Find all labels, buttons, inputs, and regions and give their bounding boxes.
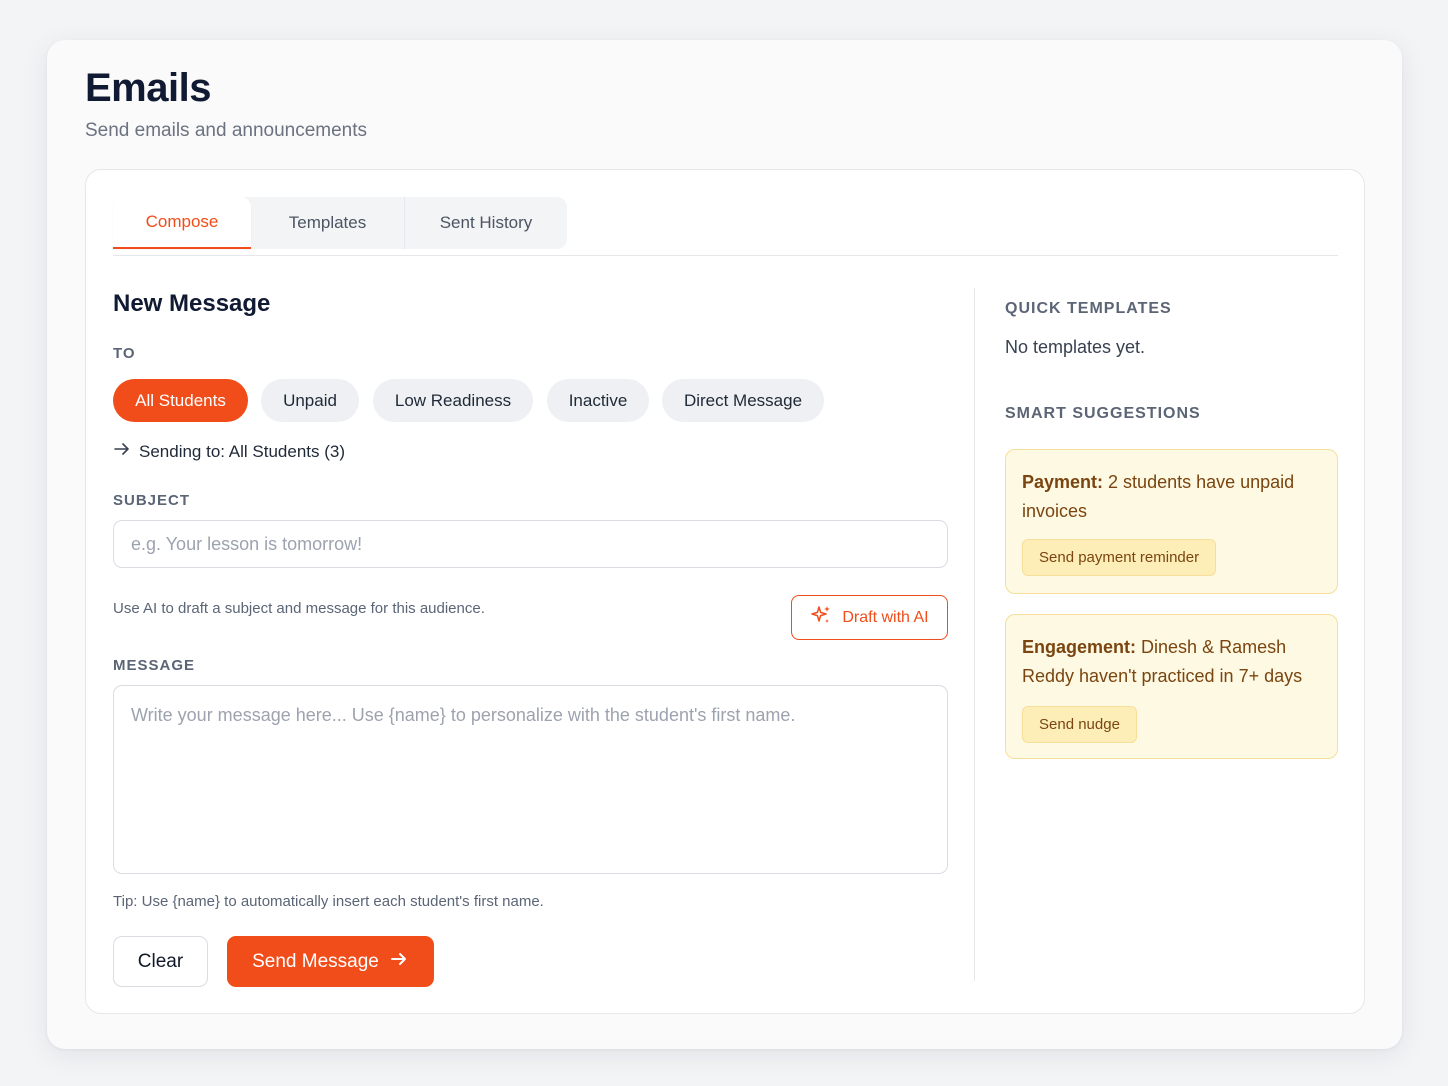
recipient-chip-direct-message[interactable]: Direct Message bbox=[662, 379, 824, 422]
tip-text: Tip: Use {name} to automatically insert … bbox=[113, 893, 544, 910]
draft-with-ai-label: Draft with AI bbox=[842, 608, 929, 626]
send-payment-reminder-button[interactable]: Send payment reminder bbox=[1022, 539, 1217, 576]
recipient-chip-low-readiness[interactable]: Low Readiness bbox=[373, 379, 533, 422]
suggestion-title: Engagement: bbox=[1022, 637, 1137, 657]
suggestion-card-payment: Payment: 2 students have unpaid invoices… bbox=[1005, 449, 1338, 594]
send-message-button[interactable]: Send Message bbox=[227, 936, 434, 987]
ai-hint: Use AI to draft a subject and message fo… bbox=[113, 600, 485, 617]
suggestion-text: Payment: 2 students have unpaid invoices bbox=[1022, 468, 1321, 526]
recipient-chip-all-students[interactable]: All Students bbox=[113, 379, 248, 422]
to-label: TO bbox=[113, 345, 136, 362]
tab-templates[interactable]: Templates bbox=[251, 197, 405, 249]
arrow-right-icon bbox=[389, 949, 409, 975]
subject-input[interactable] bbox=[113, 520, 948, 568]
tab-bar: Compose Templates Sent History bbox=[113, 197, 567, 249]
suggestion-title: Payment: bbox=[1022, 472, 1104, 492]
tabs-divider bbox=[113, 255, 1338, 256]
sparkle-icon bbox=[810, 604, 832, 631]
sending-to-text: Sending to: All Students (3) bbox=[139, 441, 346, 461]
quick-templates-label: QUICK TEMPLATES bbox=[1005, 300, 1172, 317]
suggestion-card-engagement: Engagement: Dinesh & Ramesh Reddy haven'… bbox=[1005, 614, 1338, 759]
email-card: Compose Templates Sent History New Messa… bbox=[85, 169, 1365, 1014]
subject-label: SUBJECT bbox=[113, 492, 191, 509]
emails-page: Emails Send emails and announcements Com… bbox=[47, 40, 1402, 1049]
suggestion-text: Engagement: Dinesh & Ramesh Reddy haven'… bbox=[1022, 633, 1321, 691]
message-label: MESSAGE bbox=[113, 657, 196, 674]
tab-sent-history[interactable]: Sent History bbox=[405, 197, 567, 249]
quick-templates-empty: No templates yet. bbox=[1005, 337, 1146, 357]
draft-with-ai-button[interactable]: Draft with AI bbox=[791, 595, 948, 640]
page-subtitle: Send emails and announcements bbox=[85, 120, 368, 141]
tab-compose[interactable]: Compose bbox=[113, 197, 251, 249]
sending-to: Sending to: All Students (3) bbox=[113, 440, 345, 463]
send-message-label: Send Message bbox=[252, 950, 379, 972]
send-nudge-button[interactable]: Send nudge bbox=[1022, 706, 1137, 743]
clear-button[interactable]: Clear bbox=[113, 936, 208, 987]
page-title: Emails bbox=[85, 66, 211, 110]
recipient-chip-inactive[interactable]: Inactive bbox=[547, 379, 649, 422]
recipient-chip-unpaid[interactable]: Unpaid bbox=[261, 379, 359, 422]
compose-title: New Message bbox=[113, 290, 271, 317]
column-divider bbox=[974, 288, 975, 981]
smart-suggestions-label: SMART SUGGESTIONS bbox=[1005, 405, 1201, 422]
arrow-right-icon bbox=[113, 440, 131, 463]
message-textarea[interactable] bbox=[113, 685, 948, 874]
